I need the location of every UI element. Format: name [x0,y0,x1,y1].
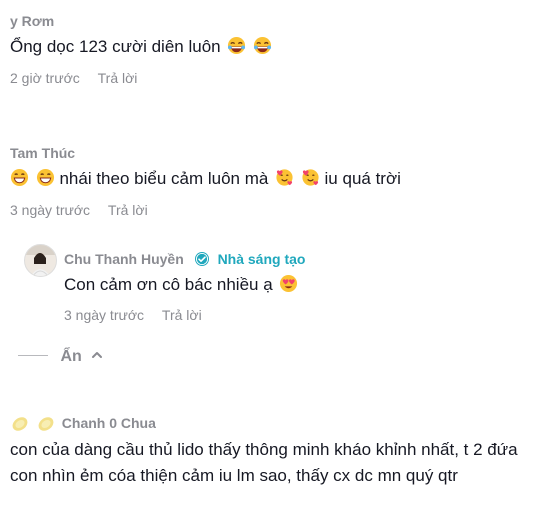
comment-text: nhái theo biểu cảm luôn mà iu quá trời [10,168,401,190]
comment-author-row: Chanh 0 Chua [10,413,156,433]
reply-author-row: Chu Thanh Huyền Nhà sáng tạo [64,251,305,267]
comment-author[interactable]: y Rơm [10,13,54,29]
comment-time: 2 giờ trước [10,70,80,86]
reply-button[interactable]: Trả lời [98,70,138,86]
comment-thread: y Rơm Ổng dọc 123 cười diên luôn 2 giờ t… [0,0,535,513]
comment-text: Ổng dọc 123 cười diên luôn [10,36,272,58]
comment-meta: 2 giờ trước Trả lời [10,70,137,86]
verified-check-icon [194,252,209,266]
comment-text-content: iu quá trời [324,169,401,188]
comment-author[interactable]: Tam Thúc [10,145,75,161]
collapse-replies-button[interactable]: Ẩn [18,348,103,366]
comment-time: 3 ngày trước [10,202,91,218]
rolling-laugh-icon [228,36,246,55]
reply-meta: 3 ngày trước Trả lời [64,307,202,323]
grin-icon [10,168,29,187]
reply-button[interactable]: Trả lời [162,307,202,323]
grin-icon [36,168,54,187]
comment-text-content: nhái theo biểu cảm luôn mà [59,169,269,188]
collapse-label: Ẩn [60,348,82,365]
hearts-face-icon [302,169,319,186]
heart-eyes-icon [280,274,298,293]
reply-button[interactable]: Trả lời [108,202,148,218]
avatar-image [25,245,56,276]
avatar[interactable] [24,244,57,277]
rolling-laugh-icon [254,36,272,55]
comment-meta: 3 ngày trước Trả lời [10,202,148,218]
reply-author[interactable]: Chu Thanh Huyền [64,251,184,267]
comment-author[interactable]: Chanh 0 Chua [62,415,156,431]
reply-time: 3 ngày trước [64,307,145,323]
reply-text: Con cảm ơn cô bác nhiều ạ [64,274,298,296]
chevron-up-icon [92,352,103,358]
comment-text-content: Ổng dọc 123 cười diên luôn [10,37,221,56]
comment-text: con của dàng cầu thủ lido thấy thông min… [10,440,518,485]
lemon-icon [38,417,54,431]
reply-text-content: Con cảm ơn cô bác nhiều ạ [64,275,273,294]
hearts-face-icon [276,169,293,186]
creator-badge: Nhà sáng tạo [217,251,306,267]
lemon-icon [12,417,28,431]
divider-line [18,355,48,356]
